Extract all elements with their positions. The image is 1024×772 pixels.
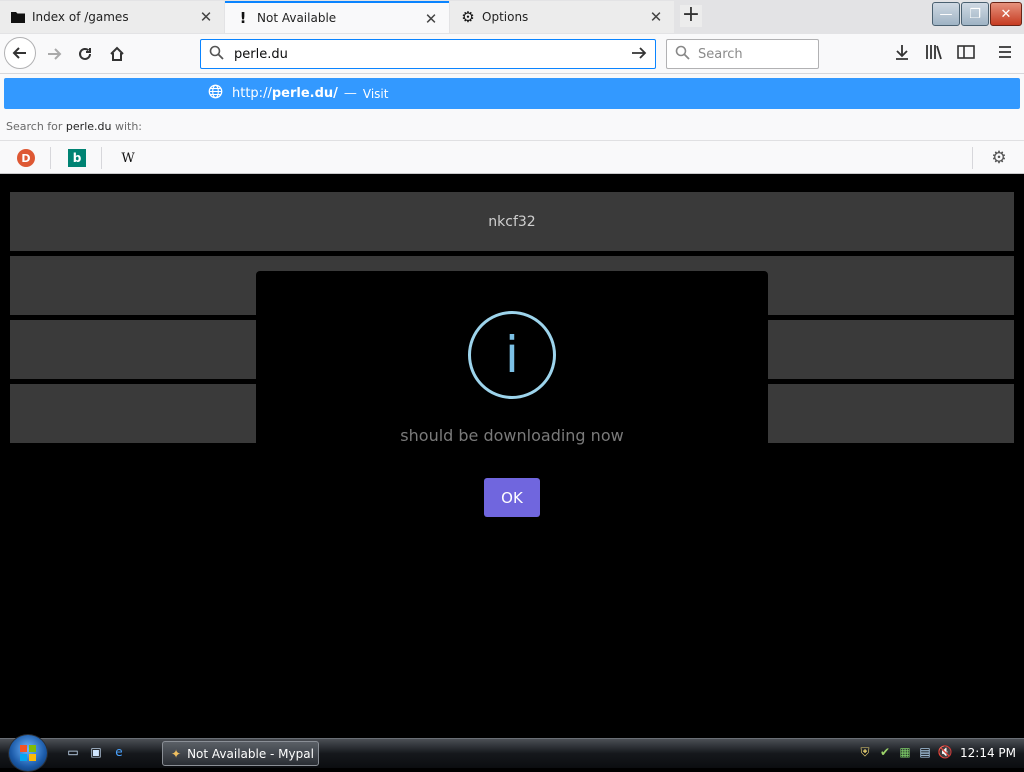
suggestion-url: http://perle.du/ [232, 86, 338, 101]
gear-icon: ⚙ [461, 8, 475, 26]
close-window-button[interactable]: ✕ [990, 2, 1022, 26]
windows-logo-icon [20, 745, 36, 761]
tab-index-of-games[interactable]: Index of /games ✕ [0, 1, 224, 33]
tab-label: Not Available [257, 11, 337, 25]
start-button[interactable] [8, 734, 48, 772]
wikipedia-icon[interactable]: W [119, 149, 137, 167]
clock[interactable]: 12:14 PM [960, 746, 1016, 760]
engine-divider [50, 147, 51, 169]
security-shield-icon[interactable]: ⛨ [857, 745, 873, 761]
close-tab-icon[interactable]: ✕ [198, 9, 214, 25]
tray-flag-icon[interactable]: ▦ [897, 745, 913, 761]
taskbar-item-mypal[interactable]: ✦ Not Available - Mypal [162, 741, 319, 766]
alert-message: should be downloading now [400, 426, 624, 445]
home-icon [110, 46, 124, 61]
search-icon [675, 45, 693, 64]
search-box[interactable]: Search [666, 39, 819, 69]
downloads-icon[interactable] [891, 44, 913, 66]
forward-button[interactable] [40, 40, 68, 68]
tab-not-available[interactable]: ! Not Available ✕ [225, 1, 449, 33]
one-off-search-engines: D b W ⚙ [0, 140, 1024, 174]
tab-label: Options [482, 10, 529, 24]
alert-dialog: i should be downloading now OK [256, 271, 768, 541]
system-tray: ⛨ ✔ ▦ ▤ 🔇 [857, 745, 953, 761]
show-desktop-icon[interactable]: ▭ [64, 745, 82, 761]
suggestion-url-prefix: http:// [232, 86, 272, 101]
navigation-toolbar: perle.du Search [0, 34, 1024, 74]
switch-windows-icon[interactable]: ▣ [87, 745, 105, 761]
tray-icon[interactable]: ✔ [877, 745, 893, 761]
volume-muted-icon[interactable]: 🔇 [937, 745, 953, 761]
globe-icon [208, 84, 226, 103]
duckduckgo-icon[interactable]: D [17, 149, 35, 167]
taskbar-item-label: Not Available - Mypal [187, 746, 314, 761]
window-controls: — ❐ ✕ [932, 2, 1022, 26]
search-settings-gear-icon[interactable]: ⚙ [989, 148, 1009, 168]
windows-taskbar: ▭ ▣ e ✦ Not Available - Mypal ⛨ ✔ ▦ ▤ 🔇 … [0, 734, 1024, 772]
internet-explorer-icon[interactable]: e [110, 745, 128, 761]
exclamation-icon: ! [239, 9, 247, 27]
search-for-prefix: Search for [6, 120, 66, 133]
url-bar[interactable]: perle.du [200, 39, 656, 69]
engine-divider [101, 147, 102, 169]
search-icon [209, 45, 227, 64]
reload-icon [79, 47, 91, 60]
search-for-suffix: with: [111, 120, 143, 133]
suggestion-action: Visit [362, 86, 389, 101]
search-for-label: Search for perle.du with: [6, 120, 142, 133]
bing-icon[interactable]: b [68, 149, 86, 167]
tab-options[interactable]: ⚙ Options ✕ [450, 1, 674, 33]
close-tab-icon[interactable]: ✕ [423, 11, 439, 27]
back-arrow-icon [12, 47, 26, 59]
tab-label: Index of /games [32, 10, 129, 24]
close-tab-icon[interactable]: ✕ [648, 9, 664, 25]
sidebar-icon[interactable] [955, 44, 977, 66]
ok-button[interactable]: OK [484, 478, 540, 517]
home-button[interactable] [103, 40, 131, 68]
search-placeholder: Search [698, 46, 743, 62]
library-icon[interactable] [923, 44, 945, 66]
new-tab-button[interactable]: + [680, 4, 702, 27]
restore-button[interactable]: ❐ [961, 2, 989, 26]
info-icon: i [468, 311, 556, 399]
minimize-button[interactable]: — [932, 2, 960, 26]
page-content: nkcf32 i should be downloading now OK [0, 174, 1024, 738]
network-icon[interactable]: ▤ [917, 745, 933, 761]
suggestion-url-host: perle.du/ [271, 86, 338, 101]
visit-suggestion[interactable]: http://perle.du/ — Visit [4, 78, 1020, 109]
folder-icon [10, 9, 26, 25]
engine-divider [972, 147, 973, 169]
url-suggestions-popup: http://perle.du/ — Visit Search for perl… [0, 74, 1024, 174]
url-input[interactable]: perle.du [234, 47, 627, 62]
search-for-term: perle.du [65, 120, 112, 133]
suggestion-separator: — [343, 86, 357, 101]
reload-button[interactable] [71, 40, 99, 68]
back-button[interactable] [4, 37, 36, 69]
go-arrow-icon[interactable] [627, 45, 651, 64]
list-row[interactable]: nkcf32 [10, 192, 1014, 251]
forward-arrow-icon [48, 48, 62, 60]
mypal-icon: ✦ [171, 746, 182, 761]
menu-icon[interactable] [994, 44, 1016, 66]
